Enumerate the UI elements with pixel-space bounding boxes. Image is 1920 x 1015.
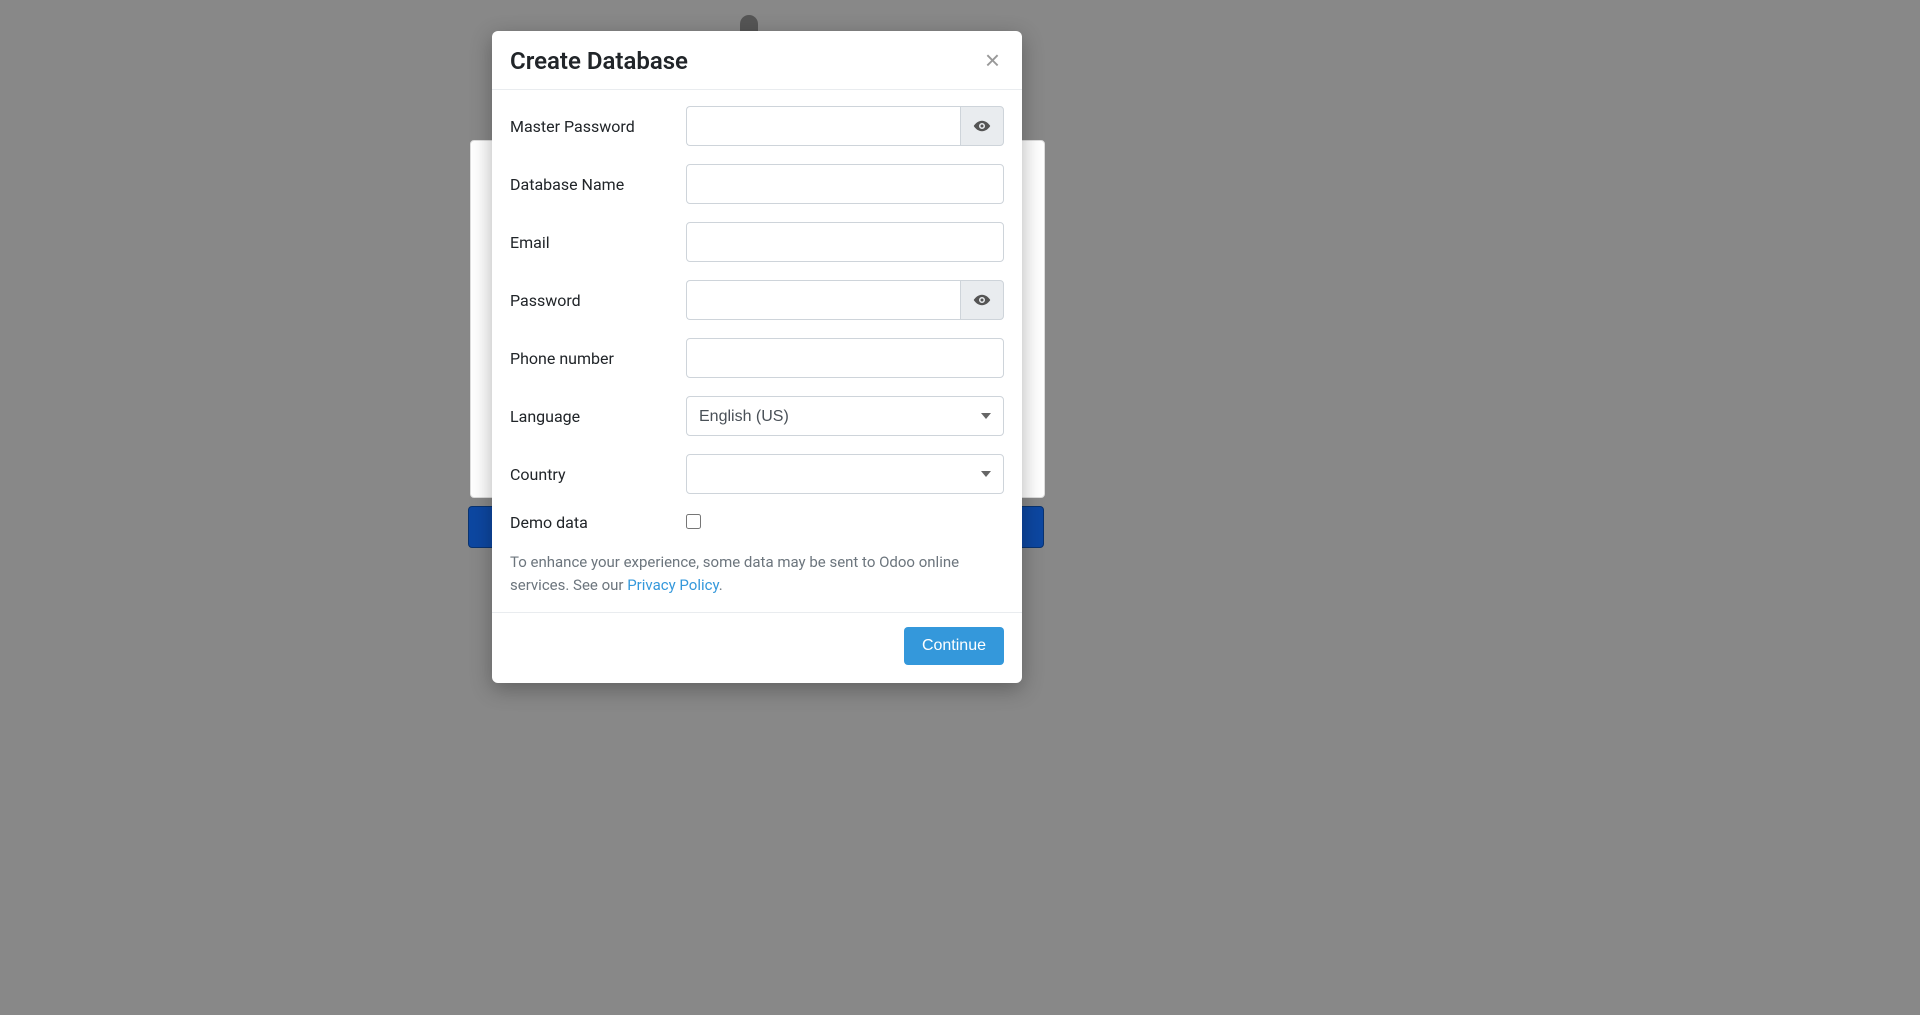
- label-password: Password: [510, 291, 686, 310]
- row-password: Password: [510, 280, 1004, 320]
- language-select[interactable]: English (US): [686, 396, 1004, 436]
- disclaimer-suffix: .: [719, 576, 723, 594]
- disclaimer-text: To enhance your experience, some data ma…: [510, 551, 1004, 596]
- phone-number-input[interactable]: [686, 338, 1004, 378]
- label-master-password: Master Password: [510, 117, 686, 136]
- toggle-master-password-visibility[interactable]: [960, 106, 1004, 146]
- modal-footer: Continue: [492, 612, 1022, 683]
- database-name-input[interactable]: [686, 164, 1004, 204]
- row-language: Language English (US): [510, 396, 1004, 436]
- modal-header: Create Database ×: [492, 31, 1022, 90]
- password-input[interactable]: [686, 280, 960, 320]
- demo-data-checkbox[interactable]: [686, 514, 701, 529]
- row-email: Email: [510, 222, 1004, 262]
- row-database-name: Database Name: [510, 164, 1004, 204]
- label-country: Country: [510, 465, 686, 484]
- eye-icon: [973, 291, 991, 309]
- eye-icon: [973, 117, 991, 135]
- label-phone-number: Phone number: [510, 349, 686, 368]
- continue-button[interactable]: Continue: [904, 627, 1004, 665]
- disclaimer-prefix: To enhance your experience, some data ma…: [510, 553, 959, 594]
- privacy-policy-link[interactable]: Privacy Policy: [627, 576, 719, 594]
- label-language: Language: [510, 407, 686, 426]
- toggle-password-visibility[interactable]: [960, 280, 1004, 320]
- row-demo-data: Demo data: [510, 512, 1004, 533]
- modal-title: Create Database: [510, 47, 688, 75]
- email-input[interactable]: [686, 222, 1004, 262]
- row-master-password: Master Password: [510, 106, 1004, 146]
- country-select[interactable]: [686, 454, 1004, 494]
- label-database-name: Database Name: [510, 175, 686, 194]
- row-country: Country: [510, 454, 1004, 494]
- input-group-password: [686, 280, 1004, 320]
- close-button[interactable]: ×: [981, 47, 1004, 73]
- label-email: Email: [510, 233, 686, 252]
- label-demo-data: Demo data: [510, 513, 686, 532]
- close-icon: ×: [985, 45, 1000, 75]
- row-phone-number: Phone number: [510, 338, 1004, 378]
- input-group-master-password: [686, 106, 1004, 146]
- master-password-input[interactable]: [686, 106, 960, 146]
- create-database-modal: Create Database × Master Password Databa…: [492, 31, 1022, 683]
- modal-body: Master Password Database Name Email: [492, 90, 1022, 612]
